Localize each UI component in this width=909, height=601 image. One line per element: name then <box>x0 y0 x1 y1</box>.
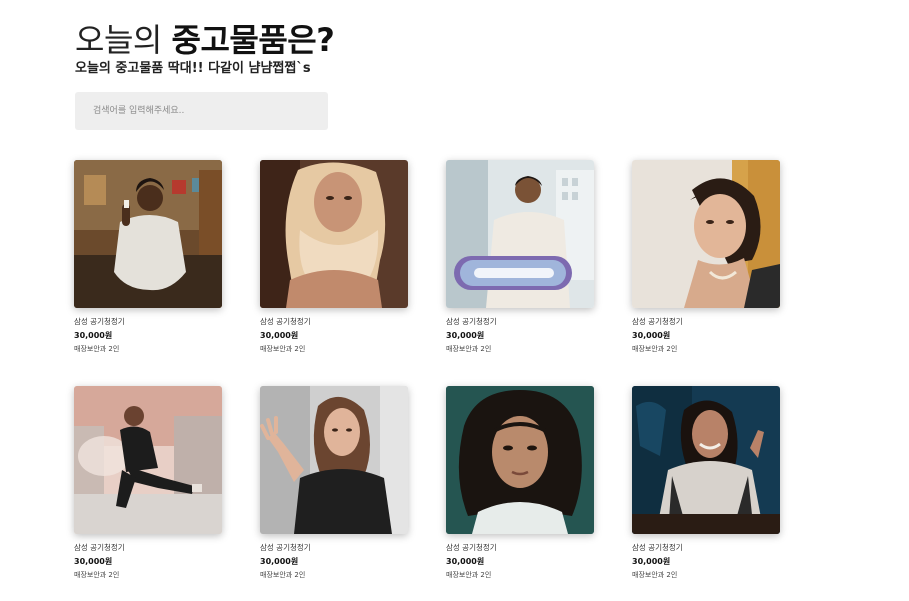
product-meta: 매장보안과 2인 <box>632 571 678 579</box>
product-image[interactable] <box>74 160 222 308</box>
photo-woman-smiling-jacket <box>632 386 780 534</box>
product-card[interactable]: 삼성 공기청정기 30,000원 매장보안과 2인 <box>446 160 594 374</box>
product-card[interactable]: 삼성 공기청정기 30,000원 매장보안과 2인 <box>632 160 780 374</box>
product-price: 30,000원 <box>632 557 671 566</box>
product-meta: 매장보안과 2인 <box>74 571 120 579</box>
product-meta: 매장보안과 2인 <box>260 571 306 579</box>
photo-woman-beige-scarf <box>260 160 408 308</box>
product-image[interactable] <box>74 386 222 534</box>
product-name: 삼성 공기청정기 <box>446 543 497 552</box>
product-card[interactable]: 삼성 공기청정기 30,000원 매장보안과 2인 <box>74 386 222 600</box>
product-meta: 매장보안과 2인 <box>632 345 678 353</box>
photo-woman-white-top <box>74 160 222 308</box>
product-image[interactable] <box>446 386 594 534</box>
product-meta: 매장보안과 2인 <box>446 345 492 353</box>
product-card[interactable]: 삼성 공기청정기 30,000원 매장보안과 2인 <box>632 386 780 600</box>
product-meta: 매장보안과 2인 <box>446 571 492 579</box>
product-price: 30,000원 <box>260 331 299 340</box>
photo-woman-curly-hair <box>446 386 594 534</box>
product-name: 삼성 공기청정기 <box>74 543 125 552</box>
photo-woman-smoke-rooftop <box>74 386 222 534</box>
search-input[interactable] <box>75 92 328 130</box>
product-name: 삼성 공기청정기 <box>260 317 311 326</box>
photo-man-with-sign <box>446 160 594 308</box>
product-card[interactable]: 삼성 공기청정기 30,000원 매장보안과 2인 <box>446 386 594 600</box>
product-name: 삼성 공기청정기 <box>74 317 125 326</box>
product-image[interactable] <box>632 386 780 534</box>
product-card[interactable]: 삼성 공기청정기 30,000원 매장보안과 2인 <box>74 160 222 374</box>
product-price: 30,000원 <box>74 331 113 340</box>
photo-woman-necklace <box>632 160 780 308</box>
product-card[interactable]: 삼성 공기청정기 30,000원 매장보안과 2인 <box>260 160 408 374</box>
product-price: 30,000원 <box>74 557 113 566</box>
page-title-bold: 중고물품은? <box>171 21 335 59</box>
page: 오늘의 중고물품은? 오늘의 중고물품 딱대!! 다같이 냠냠쩝쩝`s 검색어를… <box>0 0 909 601</box>
product-image[interactable] <box>260 386 408 534</box>
product-card[interactable]: 삼성 공기청정기 30,000원 매장보안과 2인 <box>260 386 408 600</box>
page-title-light: 오늘의 <box>75 21 162 59</box>
product-name: 삼성 공기청정기 <box>260 543 311 552</box>
product-meta: 매장보안과 2인 <box>74 345 120 353</box>
product-image[interactable] <box>446 160 594 308</box>
product-grid: 삼성 공기청정기 30,000원 매장보안과 2인 삼성 공기청정기 30,00 <box>74 160 794 600</box>
page-subtitle: 오늘의 중고물품 딱대!! 다같이 냠냠쩝쩝`s <box>75 61 311 76</box>
product-name: 삼성 공기청정기 <box>632 317 683 326</box>
page-title: 오늘의 중고물품은? <box>75 20 335 60</box>
product-image[interactable] <box>260 160 408 308</box>
product-meta: 매장보안과 2인 <box>260 345 306 353</box>
product-name: 삼성 공기청정기 <box>632 543 683 552</box>
product-price: 30,000원 <box>446 331 485 340</box>
photo-woman-reaching-hand <box>260 386 408 534</box>
product-image[interactable] <box>632 160 780 308</box>
product-name: 삼성 공기청정기 <box>446 317 497 326</box>
product-price: 30,000원 <box>260 557 299 566</box>
product-price: 30,000원 <box>446 557 485 566</box>
product-price: 30,000원 <box>632 331 671 340</box>
